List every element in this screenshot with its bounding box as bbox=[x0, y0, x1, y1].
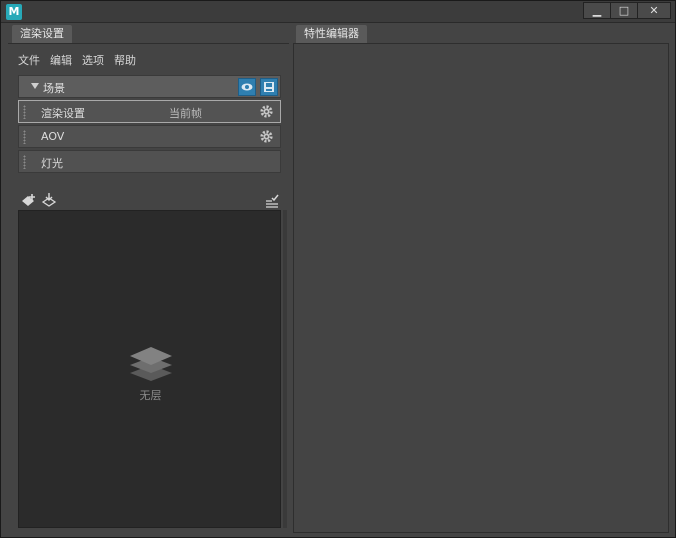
attribute-editor-panel: 特性编辑器 bbox=[293, 25, 669, 533]
left-panel-scrollbar[interactable] bbox=[283, 210, 287, 528]
add-layer-icon[interactable] bbox=[20, 192, 38, 210]
layers-icon bbox=[130, 347, 172, 381]
app-window: M ▁ □ ✕ 渲染设置 文件 编辑 选项 帮助 场景 渲染设置 当前帧 AOV… bbox=[0, 0, 676, 538]
eye-icon bbox=[241, 83, 253, 91]
app-logo-icon: M bbox=[6, 4, 22, 20]
row-label: AOV bbox=[41, 130, 65, 143]
drag-handle-icon[interactable] bbox=[23, 155, 26, 169]
collapse-arrow-icon[interactable] bbox=[31, 83, 39, 89]
menu-bar: 文件 编辑 选项 帮助 bbox=[18, 52, 136, 68]
close-button[interactable]: ✕ bbox=[637, 2, 671, 19]
render-icon bbox=[264, 82, 274, 92]
render-toggle-button[interactable] bbox=[260, 78, 278, 96]
list-item-render-settings[interactable]: 渲染设置 当前帧 bbox=[18, 100, 281, 123]
scene-label: 场景 bbox=[43, 82, 65, 95]
row-sublabel: 当前帧 bbox=[169, 107, 202, 120]
maximize-button[interactable]: □ bbox=[610, 2, 638, 19]
gear-icon[interactable] bbox=[259, 129, 274, 144]
menu-help[interactable]: 帮助 bbox=[114, 52, 136, 68]
title-bar[interactable]: M ▁ □ ✕ bbox=[1, 1, 675, 23]
render-settings-panel: 渲染设置 文件 编辑 选项 帮助 场景 渲染设置 当前帧 AOV 灯光 无层 bbox=[8, 25, 289, 533]
menu-file[interactable]: 文件 bbox=[18, 52, 40, 68]
layer-list-area[interactable]: 无层 bbox=[18, 210, 281, 528]
import-layer-icon[interactable] bbox=[40, 192, 58, 210]
logo-text: M bbox=[8, 5, 20, 18]
gear-icon[interactable] bbox=[259, 104, 274, 119]
row-label: 渲染设置 bbox=[41, 107, 85, 120]
drag-handle-icon[interactable] bbox=[23, 130, 26, 144]
scene-header[interactable]: 场景 bbox=[18, 75, 281, 98]
menu-edit[interactable]: 编辑 bbox=[50, 52, 72, 68]
minimize-button[interactable]: ▁ bbox=[583, 2, 611, 19]
attribute-editor-body bbox=[293, 43, 669, 533]
drag-handle-icon[interactable] bbox=[23, 105, 26, 119]
row-label: 灯光 bbox=[41, 157, 63, 170]
select-all-icon[interactable] bbox=[263, 192, 281, 210]
visibility-toggle-button[interactable] bbox=[238, 78, 256, 96]
empty-layers-text: 无层 bbox=[139, 389, 162, 402]
tab-attribute-editor[interactable]: 特性编辑器 bbox=[296, 25, 367, 43]
render-settings-body: 文件 编辑 选项 帮助 场景 渲染设置 当前帧 AOV 灯光 无层 bbox=[8, 43, 289, 533]
layer-toolbar bbox=[18, 192, 281, 210]
list-item-lights[interactable]: 灯光 bbox=[18, 150, 281, 173]
tab-render-settings[interactable]: 渲染设置 bbox=[12, 25, 72, 43]
window-controls: ▁ □ ✕ bbox=[583, 2, 671, 20]
list-item-aov[interactable]: AOV bbox=[18, 125, 281, 148]
menu-options[interactable]: 选项 bbox=[82, 52, 104, 68]
